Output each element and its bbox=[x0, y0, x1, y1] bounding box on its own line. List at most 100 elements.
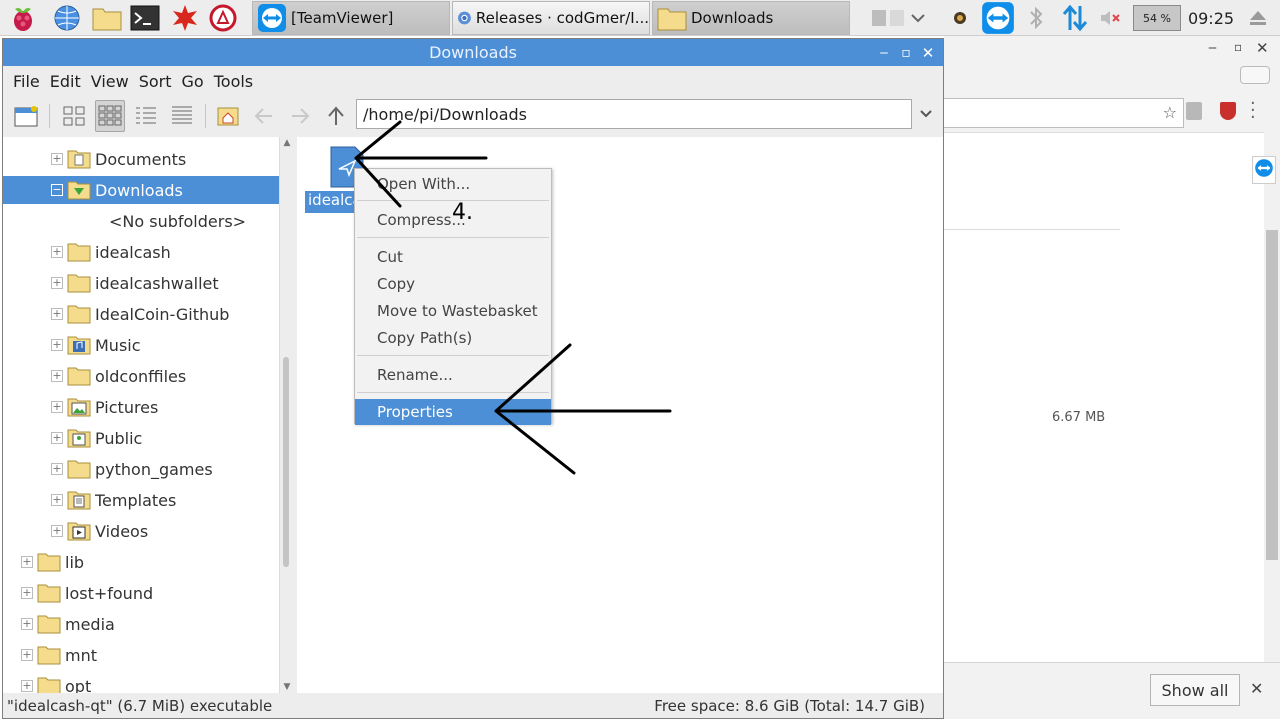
list-view-button[interactable] bbox=[167, 100, 197, 132]
tree-item[interactable]: + lost+found bbox=[3, 579, 279, 607]
shelf-close-icon[interactable]: ✕ bbox=[1250, 679, 1263, 698]
expand-icon[interactable]: + bbox=[51, 432, 63, 444]
menu-move-to-wastebasket[interactable]: Move to Wastebasket bbox=[355, 298, 551, 324]
tree-item[interactable]: + idealcashwallet bbox=[3, 269, 279, 297]
folder-icon bbox=[37, 677, 61, 693]
close-icon[interactable]: ✕ bbox=[1256, 39, 1269, 57]
expand-icon[interactable]: + bbox=[51, 494, 63, 506]
path-history-dropdown[interactable] bbox=[915, 99, 937, 129]
expand-icon[interactable]: + bbox=[51, 153, 63, 165]
scroll-up-arrow-icon[interactable]: ▲ bbox=[281, 137, 293, 149]
menu-properties[interactable]: Properties bbox=[355, 399, 551, 425]
maximize-button[interactable]: ▫ bbox=[895, 39, 917, 66]
new-window-button[interactable] bbox=[11, 100, 41, 132]
teamviewer-side-icon[interactable] bbox=[1252, 156, 1276, 184]
tree-item[interactable]: + Documents bbox=[3, 145, 279, 173]
thumbnail-view-button[interactable] bbox=[95, 100, 125, 132]
browser-url-bar[interactable]: ☆ bbox=[944, 98, 1184, 128]
menu-sort[interactable]: Sort bbox=[137, 72, 180, 91]
tree-item[interactable]: + Pictures bbox=[3, 393, 279, 421]
restore-icon[interactable]: ▫ bbox=[1234, 40, 1242, 54]
close-button[interactable]: ✕ bbox=[917, 39, 939, 66]
expand-icon[interactable]: + bbox=[21, 587, 33, 599]
math-kernel-icon[interactable] bbox=[170, 3, 200, 33]
tree-item[interactable]: + lib bbox=[3, 548, 279, 576]
profile-icon[interactable] bbox=[1240, 66, 1270, 84]
teamviewer-tray-icon[interactable] bbox=[980, 0, 1016, 36]
raspberry-menu-icon[interactable] bbox=[8, 3, 38, 33]
volume-muted-icon[interactable] bbox=[1098, 0, 1124, 36]
menu-edit[interactable]: Edit bbox=[48, 72, 89, 91]
clock[interactable]: 09:25 bbox=[1186, 0, 1236, 36]
scroll-down-arrow-icon[interactable]: ▼ bbox=[281, 681, 293, 693]
browser-scrollbar[interactable] bbox=[1264, 152, 1280, 662]
expand-icon[interactable]: + bbox=[51, 401, 63, 413]
tree-item[interactable]: + python_games bbox=[3, 455, 279, 483]
expand-icon[interactable]: + bbox=[51, 308, 63, 320]
show-all-button[interactable]: Show all bbox=[1150, 674, 1240, 706]
tree-item[interactable]: + mnt bbox=[3, 641, 279, 669]
expand-icon[interactable]: + bbox=[51, 339, 63, 351]
menu-cut[interactable]: Cut bbox=[355, 244, 551, 270]
tree-item[interactable]: + opt bbox=[3, 672, 279, 693]
window-titlebar[interactable]: Downloads bbox=[3, 39, 943, 66]
tree-item[interactable]: + Videos bbox=[3, 517, 279, 545]
up-button[interactable] bbox=[321, 100, 351, 132]
battery-indicator: 54 % bbox=[1132, 0, 1182, 36]
bluetooth-icon[interactable] bbox=[1024, 0, 1048, 36]
menu-copy[interactable]: Copy bbox=[355, 271, 551, 297]
menu-go[interactable]: Go bbox=[180, 72, 212, 91]
tree-item[interactable]: + IdealCoin-Github bbox=[3, 300, 279, 328]
icon-view-button[interactable] bbox=[59, 100, 89, 132]
ublock-icon[interactable] bbox=[1220, 102, 1236, 120]
tree-item[interactable]: + oldconffiles bbox=[3, 362, 279, 390]
tree-item[interactable]: <No subfolders> bbox=[3, 207, 279, 235]
browser-scroll-thumb[interactable] bbox=[1266, 230, 1278, 560]
eject-icon[interactable] bbox=[1244, 0, 1272, 36]
tree-item[interactable]: + idealcash bbox=[3, 238, 279, 266]
minimize-button[interactable]: ‒ bbox=[873, 39, 895, 66]
menu-view[interactable]: View bbox=[89, 72, 137, 91]
menu-rename[interactable]: Rename... bbox=[355, 362, 551, 388]
expand-icon[interactable]: + bbox=[21, 680, 33, 692]
compact-view-button[interactable] bbox=[131, 100, 161, 132]
tree-item[interactable]: + Public bbox=[3, 424, 279, 452]
tree-item[interactable]: − Downloads bbox=[3, 176, 279, 204]
expand-icon[interactable]: + bbox=[21, 556, 33, 568]
expand-icon[interactable]: + bbox=[51, 277, 63, 289]
terminal-icon[interactable] bbox=[130, 3, 160, 33]
path-input[interactable] bbox=[356, 99, 912, 129]
menu-tools[interactable]: Tools bbox=[212, 72, 261, 91]
bookmark-star-icon[interactable]: ☆ bbox=[1163, 103, 1177, 122]
expand-icon[interactable]: + bbox=[51, 525, 63, 537]
tree-scroll-thumb[interactable] bbox=[283, 357, 289, 567]
tree-scrollbar[interactable]: ▲ ▼ bbox=[279, 137, 293, 693]
menu-open-with[interactable]: Open With... bbox=[355, 171, 551, 197]
file-manager-icon[interactable] bbox=[92, 3, 122, 33]
menu-file[interactable]: File bbox=[11, 72, 48, 91]
expand-icon[interactable]: + bbox=[51, 463, 63, 475]
tree-item[interactable]: + media bbox=[3, 610, 279, 638]
collapse-icon[interactable]: − bbox=[51, 184, 63, 196]
browser-menu-icon[interactable]: · · · bbox=[1250, 95, 1256, 127]
wolfram-icon[interactable] bbox=[208, 3, 238, 33]
forward-button[interactable] bbox=[285, 100, 315, 132]
extension-icon[interactable] bbox=[1186, 102, 1202, 120]
task-teamviewer[interactable]: [TeamViewer] bbox=[252, 1, 450, 35]
task-chromium[interactable]: Releases · codGmer/I... bbox=[452, 1, 650, 35]
web-browser-icon[interactable] bbox=[52, 3, 82, 33]
expand-icon[interactable]: + bbox=[21, 618, 33, 630]
tree-item[interactable]: + Templates bbox=[3, 486, 279, 514]
network-icon[interactable] bbox=[1058, 0, 1092, 36]
task-downloads[interactable]: Downloads bbox=[652, 1, 850, 35]
home-button[interactable] bbox=[213, 100, 243, 132]
file-name-label[interactable]: idealcas bbox=[305, 191, 361, 213]
expand-icon[interactable]: + bbox=[21, 649, 33, 661]
menu-copy-paths[interactable]: Copy Path(s) bbox=[355, 325, 551, 351]
back-button[interactable] bbox=[249, 100, 279, 132]
expand-icon[interactable]: + bbox=[51, 370, 63, 382]
minimize-icon[interactable]: ‒ bbox=[1208, 40, 1217, 56]
workspace-switcher[interactable] bbox=[868, 0, 932, 36]
expand-icon[interactable]: + bbox=[51, 246, 63, 258]
tree-item[interactable]: + Music bbox=[3, 331, 279, 359]
